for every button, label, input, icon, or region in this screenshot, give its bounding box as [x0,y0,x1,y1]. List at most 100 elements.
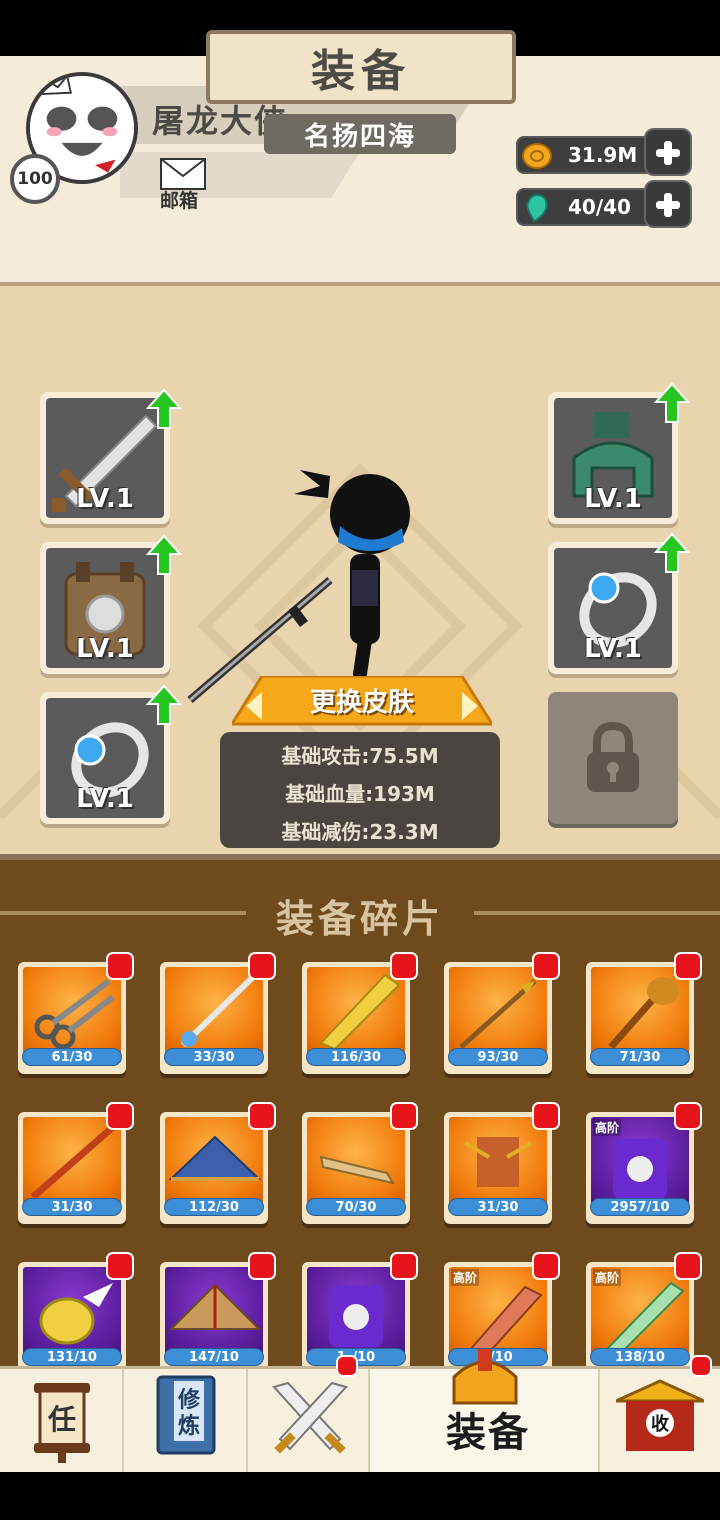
spear-icon [459,979,537,1049]
tier-tag: 高阶 [593,1119,622,1136]
ring-2-level: LV.1 [76,784,134,814]
shard-count: 147/10 [164,1348,264,1366]
notification-dot [532,1102,560,1130]
nav-active-label[interactable]: 装备 [446,1400,530,1458]
shard-count: 71/30 [590,1048,690,1066]
rank-plate: 名扬四海 [264,114,456,154]
shard-image [307,967,405,1055]
nav-cultivate-label-1: 修 [177,1387,201,1413]
notification-dot [106,952,134,980]
shard-image [165,1267,263,1355]
ring-level: LV.1 [584,634,642,664]
shard-count: 138/10 [590,1348,690,1366]
helmet-nav-icon [452,1349,518,1405]
nav-shop[interactable]: 收 [600,1355,720,1475]
notification-dot [690,1355,712,1377]
shard-count: 70/30 [306,1198,406,1216]
nav-task[interactable]: 任 [0,1369,124,1475]
mail-banner [120,152,360,198]
crossed-swords-icon [272,1381,348,1454]
gauntlet-icon [39,1283,113,1345]
shard-image [165,967,263,1055]
level-badge: 100 [10,154,60,204]
shard-image [23,1117,121,1205]
lock-icon [587,722,639,792]
upgrade-arrow-icon [146,534,182,575]
mail-label[interactable]: 邮箱 [160,186,198,213]
tier-tag: 高阶 [593,1269,622,1286]
nav-battle[interactable] [248,1355,370,1475]
hp-stat: 基础血量:193M [285,782,435,806]
gold-coin-icon [522,143,552,169]
purple-vest-icon [329,1285,383,1347]
notification-dot [390,1252,418,1280]
equipment-title: 装备 [311,46,411,97]
book-icon: 修 炼 [156,1375,216,1455]
armor-level: LV.1 [76,634,134,664]
straw-hat-icon [168,1135,262,1181]
notification-dot [248,952,276,980]
upgrade-arrow-icon [654,382,690,423]
dagger-icon [319,1155,396,1185]
shard-count: 93/30 [448,1048,548,1066]
helmet-level: LV.1 [584,484,642,514]
shard-count: 33/30 [164,1048,264,1066]
reduction-stat: 基础减伤:23.3M [281,820,439,844]
equipment-title-plate: 装备 [206,30,516,104]
add-gold-button[interactable] [644,128,692,176]
shard-count: 31/30 [22,1198,122,1216]
locked-slot[interactable] [548,692,678,824]
gold-bar: 31.9M [516,136,656,174]
shard-image [591,967,689,1055]
shard-image [307,1117,405,1205]
notification-dot [106,1102,134,1130]
add-energy-button[interactable] [644,180,692,228]
change-skin-label[interactable]: 更换皮肤 [232,682,492,719]
notification-dot [390,952,418,980]
red-hat-icon [168,1283,262,1330]
nav-cultivate-label-2: 炼 [178,1413,200,1439]
scroll-icon: 任 [34,1383,90,1463]
nav-task-label: 任 [47,1403,76,1436]
mace-icon [608,977,679,1050]
nav-shop-label: 收 [651,1413,669,1435]
upgrade-arrow-icon [146,684,182,725]
shard-count: 61/30 [22,1048,122,1066]
notification-dot [532,952,560,980]
energy-value: 40/40 [568,195,631,219]
shard-image [449,967,547,1055]
stickman-ninja-icon [187,470,410,704]
system-nav-bar [0,1472,720,1520]
gold-value: 31.9M [568,143,638,167]
notification-dot [674,1252,702,1280]
shop-building-icon: 收 [616,1379,704,1451]
shards-title: 装备碎片 [275,897,444,941]
notification-dot [532,1252,560,1280]
notification-dot [106,1252,134,1280]
bottom-nav: 任 修 炼 收 [0,1349,720,1475]
shard-count: 116/30 [306,1048,406,1066]
rod-icon [30,1124,116,1200]
weapon-level: LV.1 [76,484,134,514]
shard-count: 2957/10 [590,1198,690,1216]
shard-image [449,1117,547,1205]
shard-count: 131/10 [22,1348,122,1366]
shard-count: 112/30 [164,1198,264,1216]
shard-image [23,967,121,1055]
shard-image [165,1117,263,1205]
notification-dot [390,1102,418,1130]
rank-title: 名扬四海 [303,121,416,152]
notification-dot [248,1102,276,1130]
shard-image [307,1267,405,1355]
broadsword-icon [319,973,401,1051]
notification-dot [336,1355,358,1377]
nav-cultivate[interactable]: 修 炼 [124,1369,248,1475]
upgrade-arrow-icon [654,532,690,573]
staff-icon [180,974,256,1048]
armor-icon [463,1137,533,1187]
notification-dot [248,1252,276,1280]
energy-bar: 40/40 [516,188,656,226]
shard-count: 31/30 [448,1198,548,1216]
notification-dot [674,1102,702,1130]
tier-tag: 高阶 [451,1269,480,1286]
